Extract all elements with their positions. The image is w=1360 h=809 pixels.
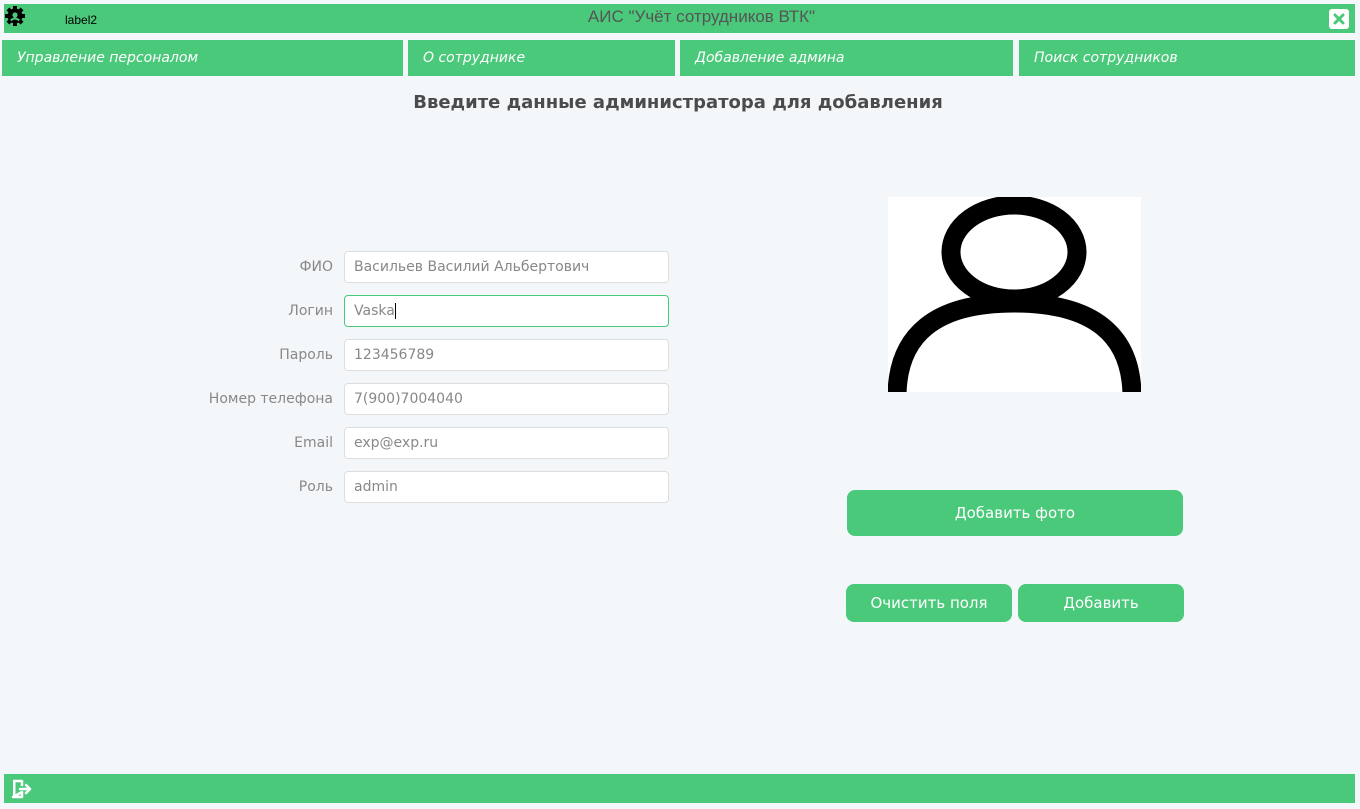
login-label: Логин <box>288 303 333 319</box>
clear-fields-button[interactable]: Очистить поля <box>846 584 1012 622</box>
phone-field[interactable]: 7(900)7004040 <box>344 383 669 415</box>
logout-icon[interactable] <box>10 779 32 799</box>
role-field[interactable]: admin <box>344 471 669 503</box>
page-title: Введите данные администратора для добавл… <box>413 92 943 113</box>
close-button[interactable] <box>1329 9 1349 29</box>
text-caret <box>394 303 396 319</box>
email-field[interactable]: exp@exp.ru <box>344 427 669 459</box>
password-field[interactable]: 123456789 <box>344 339 669 371</box>
nav-item-search-employees[interactable]: Поиск сотрудников <box>1019 40 1355 76</box>
role-value: admin <box>354 479 398 495</box>
add-button[interactable]: Добавить <box>1018 584 1184 622</box>
footer-bar <box>4 774 1355 803</box>
password-value: 123456789 <box>354 347 435 363</box>
add-photo-button[interactable]: Добавить фото <box>847 490 1183 536</box>
full-name-value: Васильев Василий Альбертович <box>354 259 590 275</box>
role-label: Роль <box>298 479 333 495</box>
photo-preview <box>888 197 1141 392</box>
login-field[interactable]: Vaska <box>344 295 669 327</box>
app-title: АИС "Учёт сотрудников ВТК" <box>587 7 816 26</box>
email-label: Email <box>294 435 333 451</box>
nav-item-add-admin[interactable]: Добавление админа <box>680 40 1013 76</box>
full-name-label: ФИО <box>299 259 333 275</box>
email-value: exp@exp.ru <box>354 435 439 451</box>
login-value: Vaska <box>354 303 395 319</box>
nav-item-staff-management[interactable]: Управление персоналом <box>2 40 403 76</box>
close-icon <box>1333 13 1345 25</box>
nav-item-about-employee[interactable]: О сотруднике <box>408 40 675 76</box>
full-name-field[interactable]: Васильев Василий Альбертович <box>344 251 669 283</box>
password-label: Пароль <box>279 347 333 363</box>
phone-value: 7(900)7004040 <box>354 391 463 407</box>
phone-label: Номер телефона <box>208 391 333 407</box>
user-avatar-icon <box>888 197 1141 392</box>
